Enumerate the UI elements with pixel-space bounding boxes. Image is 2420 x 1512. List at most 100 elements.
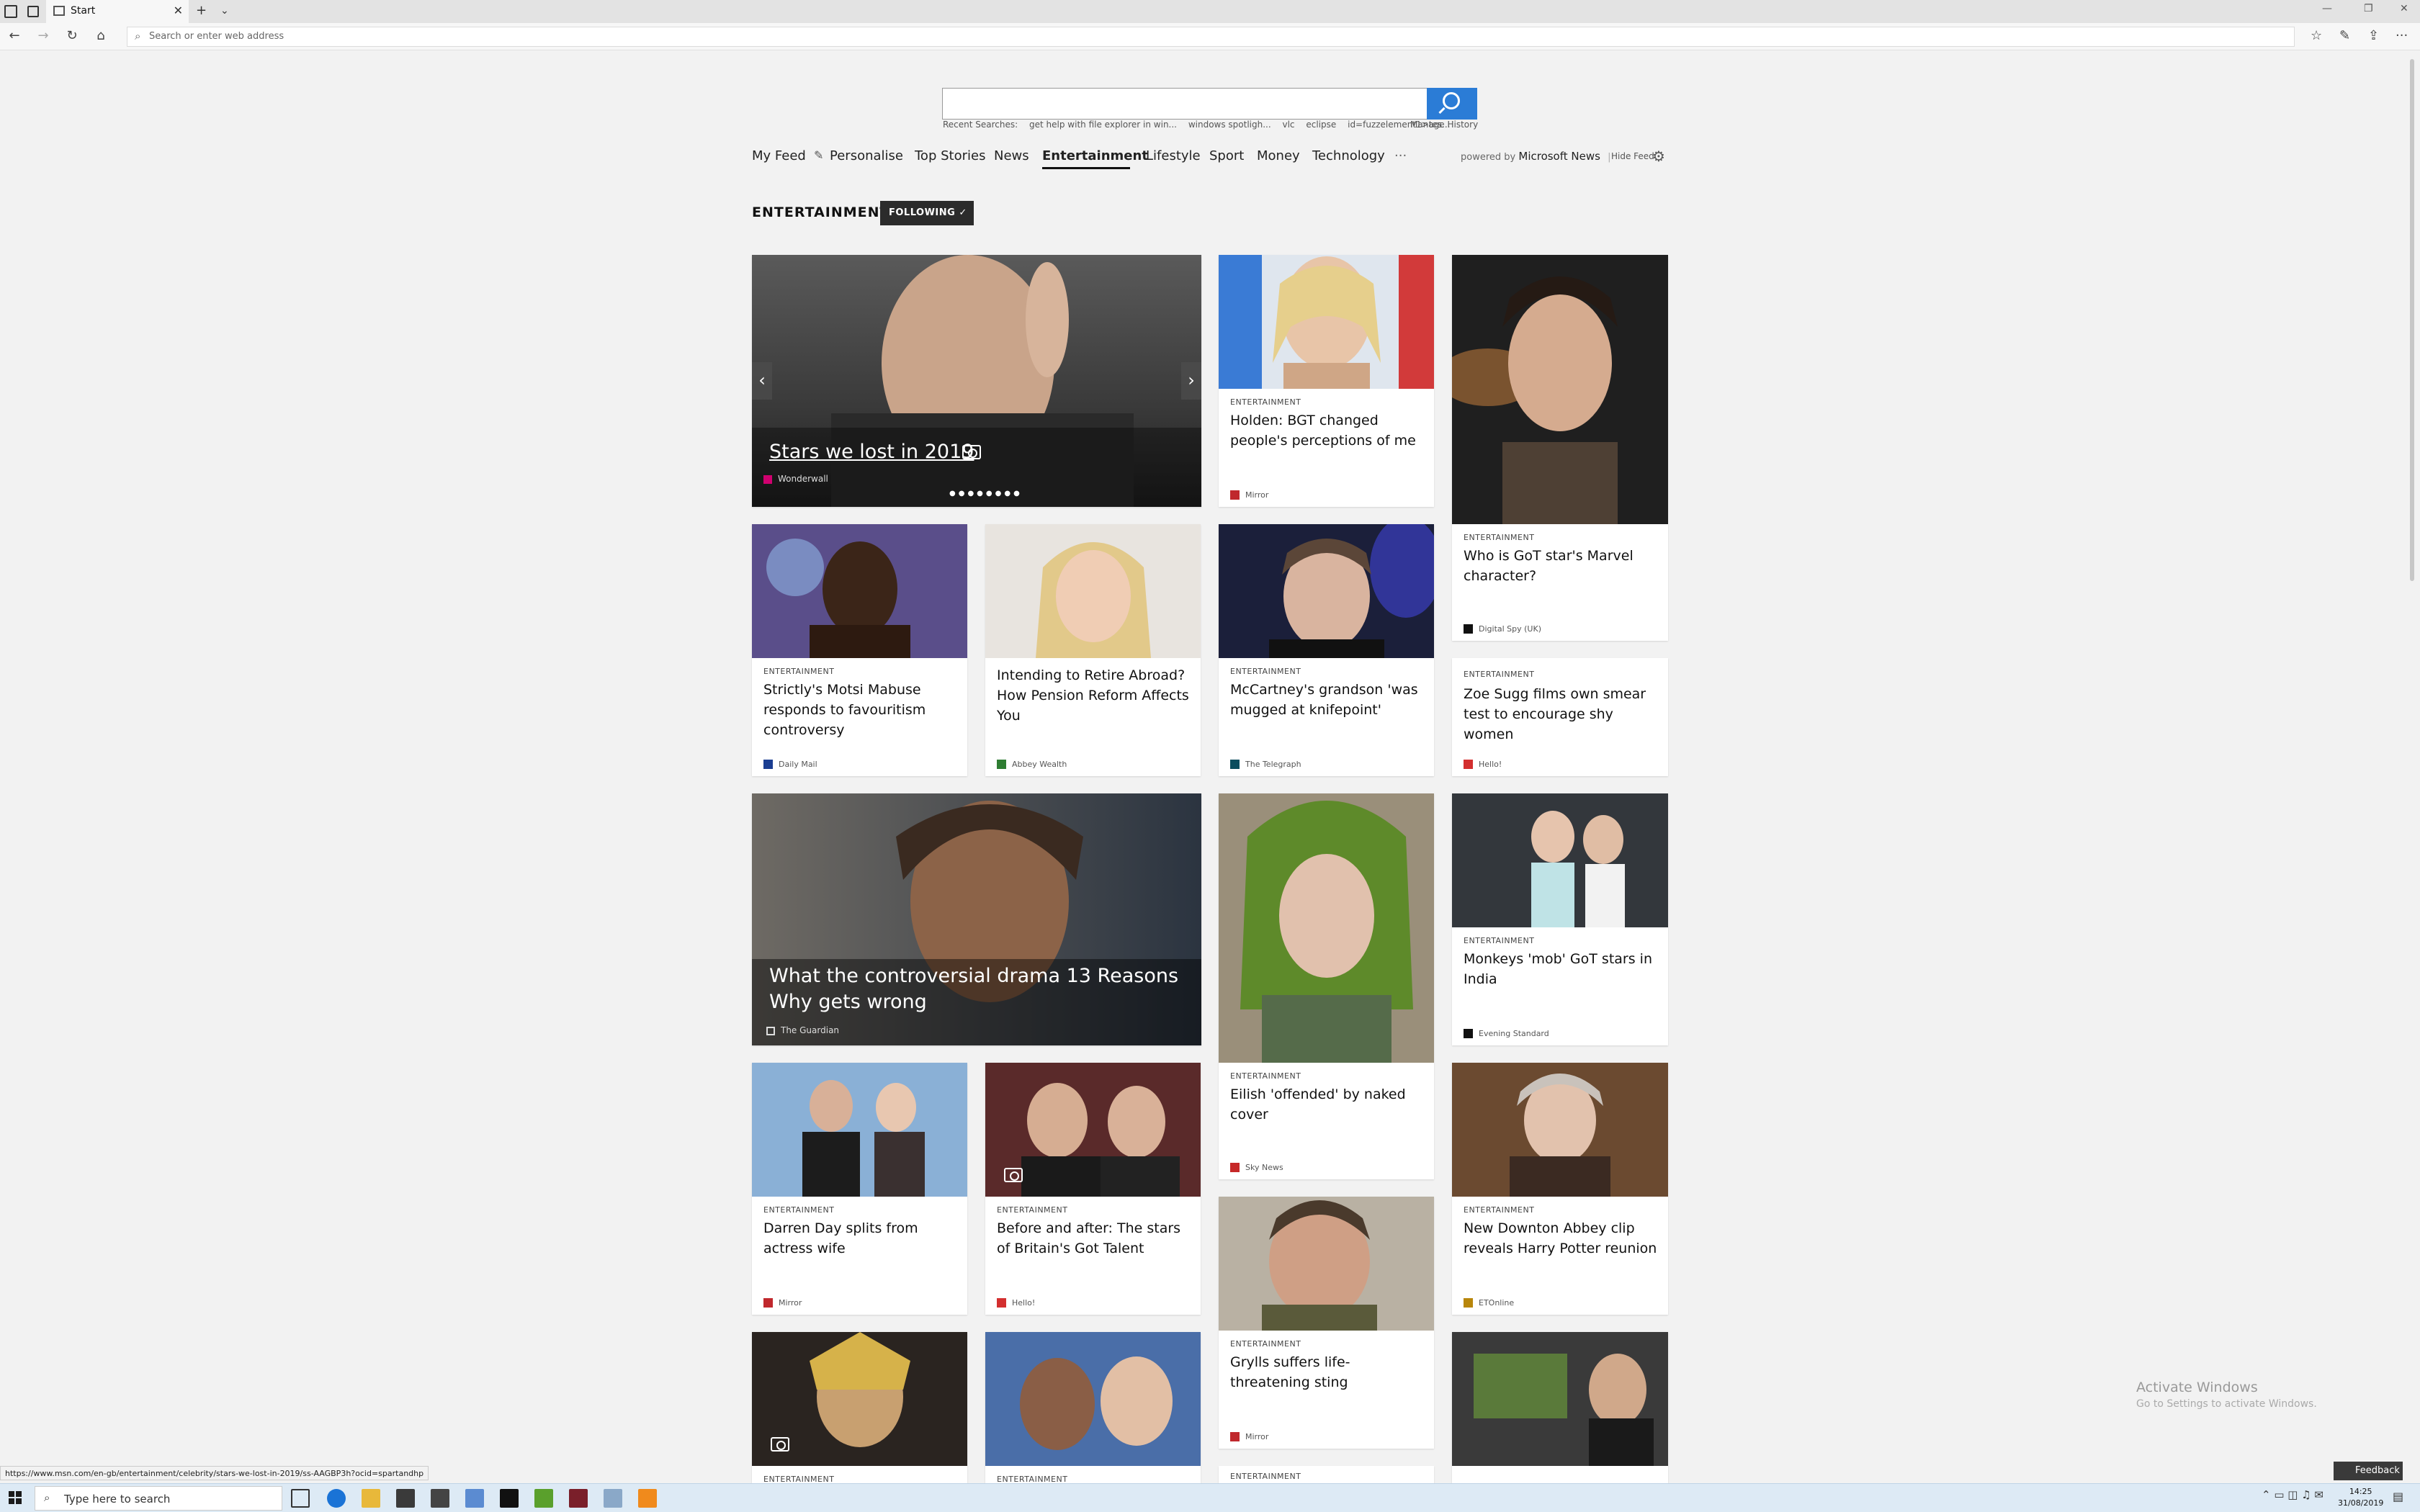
chevron-down-icon[interactable]: ⌄ [220,5,229,17]
article-card[interactable]: ENTERTAINMENT Eilish 'offended' by naked… [1219,793,1434,1179]
hero-title[interactable]: Stars we lost in 2019 [769,439,974,465]
minimize-icon[interactable]: — [2322,3,2332,14]
article-title[interactable]: Strictly's Motsi Mabuse responds to favo… [763,680,957,740]
recent-item[interactable]: vlc [1283,120,1295,130]
hero-card[interactable]: ‹ › Stars we lost in 2019 Wonderwall ●●●… [752,255,1201,507]
nav-personalise[interactable]: Personalise [830,148,903,163]
back-icon[interactable]: ← [4,28,24,43]
article-card[interactable]: ENTERTAINMENT [752,1332,967,1483]
article-category: ENTERTAINMENT [763,667,835,676]
article-title[interactable]: Who is GoT star's Marvel character? [1464,546,1658,586]
more-icon[interactable]: ··· [2396,28,2408,43]
search-button[interactable] [1427,88,1477,120]
article-title[interactable]: Eilish 'offended' by naked cover [1230,1084,1424,1125]
edge-icon[interactable] [327,1489,346,1508]
nav-technology[interactable]: Technology [1312,148,1385,163]
article-card[interactable]: ENTERTAINMENT Grylls suffers life-threat… [1219,1197,1434,1449]
navigation-bar: ← → ↻ ⌂ ⌕ Search or enter web address ☆ … [0,23,2420,50]
nav-more[interactable]: ··· [1394,148,1407,163]
article-title[interactable]: Holden: BGT changed people's perceptions… [1230,410,1424,451]
maximize-icon[interactable]: ❐ [2364,3,2373,14]
source-logo-icon [1464,760,1473,769]
address-bar[interactable]: ⌕ Search or enter web address [127,27,2295,47]
source-logo-icon [1464,1298,1473,1308]
home-icon[interactable]: ⌂ [91,28,111,43]
source-logo-icon [763,1298,773,1308]
feedback-button[interactable]: Feedback [2334,1462,2403,1480]
feature-card[interactable]: What the controversial drama 13 Reasons … [752,793,1201,1045]
recent-item[interactable]: windows spotligh... [1188,120,1271,130]
pen-icon[interactable]: ✎ [2339,28,2350,43]
article-title[interactable]: Intending to Retire Abroad? How Pension … [997,665,1191,726]
article-title[interactable]: Darren Day splits from actress wife [763,1218,957,1259]
tab-actions-icon[interactable] [4,5,17,18]
article-card[interactable]: ENTERTAINMENT Who is GoT star's Marvel c… [1452,255,1668,641]
notifications-icon[interactable]: ▤ [2393,1490,2403,1503]
share-icon[interactable]: ⇪ [2368,28,2379,43]
article-category: ENTERTAINMENT [1230,667,1301,676]
article-card[interactable]: ENTERTAINMENT Strictly's Motsi Mabuse re… [752,524,967,776]
hide-feed-link[interactable]: Hide Feed [1611,151,1654,161]
article-title[interactable]: McCartney's grandson 'was mugged at knif… [1230,680,1424,720]
nav-news[interactable]: News [994,148,1029,163]
manage-history-link[interactable]: Manage History [1410,120,1478,130]
nav-top-stories[interactable]: Top Stories [915,148,985,163]
article-card[interactable]: ENTERTAINMENT Monkeys 'mob' GoT stars in… [1452,793,1668,1045]
app-icon[interactable] [569,1489,588,1508]
terminal-icon[interactable] [500,1489,519,1508]
nav-my-feed[interactable]: My Feed [752,148,806,163]
sponsored-card[interactable]: Intending to Retire Abroad? How Pension … [985,524,1201,776]
tab-start[interactable]: Start ✕ [46,0,189,23]
nav-entertainment[interactable]: Entertainment [1042,148,1148,163]
article-card[interactable]: ENTERTAINMENT [985,1332,1201,1483]
new-tab-icon[interactable]: + [196,3,207,18]
following-button[interactable]: FOLLOWING ✓ [880,201,974,225]
camera-icon [962,445,981,459]
article-card[interactable]: ENTERTAINMENT Holden: BGT changed people… [1219,255,1434,507]
forward-icon[interactable]: → [33,28,53,43]
close-window-icon[interactable]: ✕ [2400,3,2408,14]
article-card[interactable]: ENTERTAINMENT Darren Day splits from act… [752,1063,967,1315]
article-card[interactable]: ENTERTAINMENT [1219,1466,1434,1483]
recent-item[interactable]: eclipse [1306,120,1336,130]
nav-sport[interactable]: Sport [1209,148,1244,163]
article-title[interactable]: Grylls suffers life-threatening sting [1230,1352,1424,1392]
search-input[interactable] [942,88,1429,120]
article-card[interactable]: ENTERTAINMENT Zoe Sugg films own smear t… [1452,658,1668,776]
clock[interactable]: 14:25 31/08/2019 [2338,1486,2383,1509]
app-icon[interactable] [465,1489,484,1508]
article-title[interactable]: Zoe Sugg films own smear test to encoura… [1464,684,1658,744]
recent-item[interactable]: get help with file explorer in win... [1029,120,1177,130]
article-card[interactable] [1452,1332,1668,1483]
store-icon[interactable] [396,1489,415,1508]
nav-lifestyle[interactable]: Lifestyle [1146,148,1201,163]
carousel-dots[interactable]: ●●●●●●●● [949,490,1023,498]
mail-icon[interactable] [431,1489,449,1508]
previous-slide-button[interactable]: ‹ [752,362,772,400]
article-title[interactable]: What the controversial drama 13 Reasons … [769,963,1184,1015]
set-aside-tabs-icon[interactable] [27,6,39,17]
vlc-icon[interactable] [638,1489,657,1508]
task-view-icon[interactable] [291,1489,310,1508]
nav-money[interactable]: Money [1257,148,1300,163]
gear-icon[interactable]: ⚙ [1652,148,1665,165]
system-tray[interactable]: ⌃ ▭ ◫ ♫ ✉ [2262,1488,2323,1501]
article-card[interactable]: ENTERTAINMENT Before and after: The star… [985,1063,1201,1315]
refresh-icon[interactable]: ↻ [62,28,82,43]
article-title[interactable]: Monkeys 'mob' GoT stars in India [1464,949,1658,989]
article-card[interactable]: ENTERTAINMENT New Downton Abbey clip rev… [1452,1063,1668,1315]
source-logo-icon [763,474,772,484]
windows-start-icon[interactable] [9,1491,22,1504]
favorites-icon[interactable]: ☆ [2311,28,2322,43]
article-card[interactable]: ENTERTAINMENT McCartney's grandson 'was … [1219,524,1434,776]
article-title[interactable]: Before and after: The stars of Britain's… [997,1218,1191,1259]
taskbar-search-input[interactable]: ⌕ Type here to search [35,1486,282,1511]
vertical-scrollbar[interactable] [2406,52,2420,1463]
scrollbar-thumb[interactable] [2410,59,2414,581]
next-slide-button[interactable]: › [1181,362,1201,400]
app-icon[interactable] [534,1489,553,1508]
app-icon[interactable] [604,1489,622,1508]
file-explorer-icon[interactable] [362,1489,380,1508]
article-title[interactable]: New Downton Abbey clip reveals Harry Pot… [1464,1218,1658,1259]
close-tab-icon[interactable]: ✕ [174,4,183,17]
